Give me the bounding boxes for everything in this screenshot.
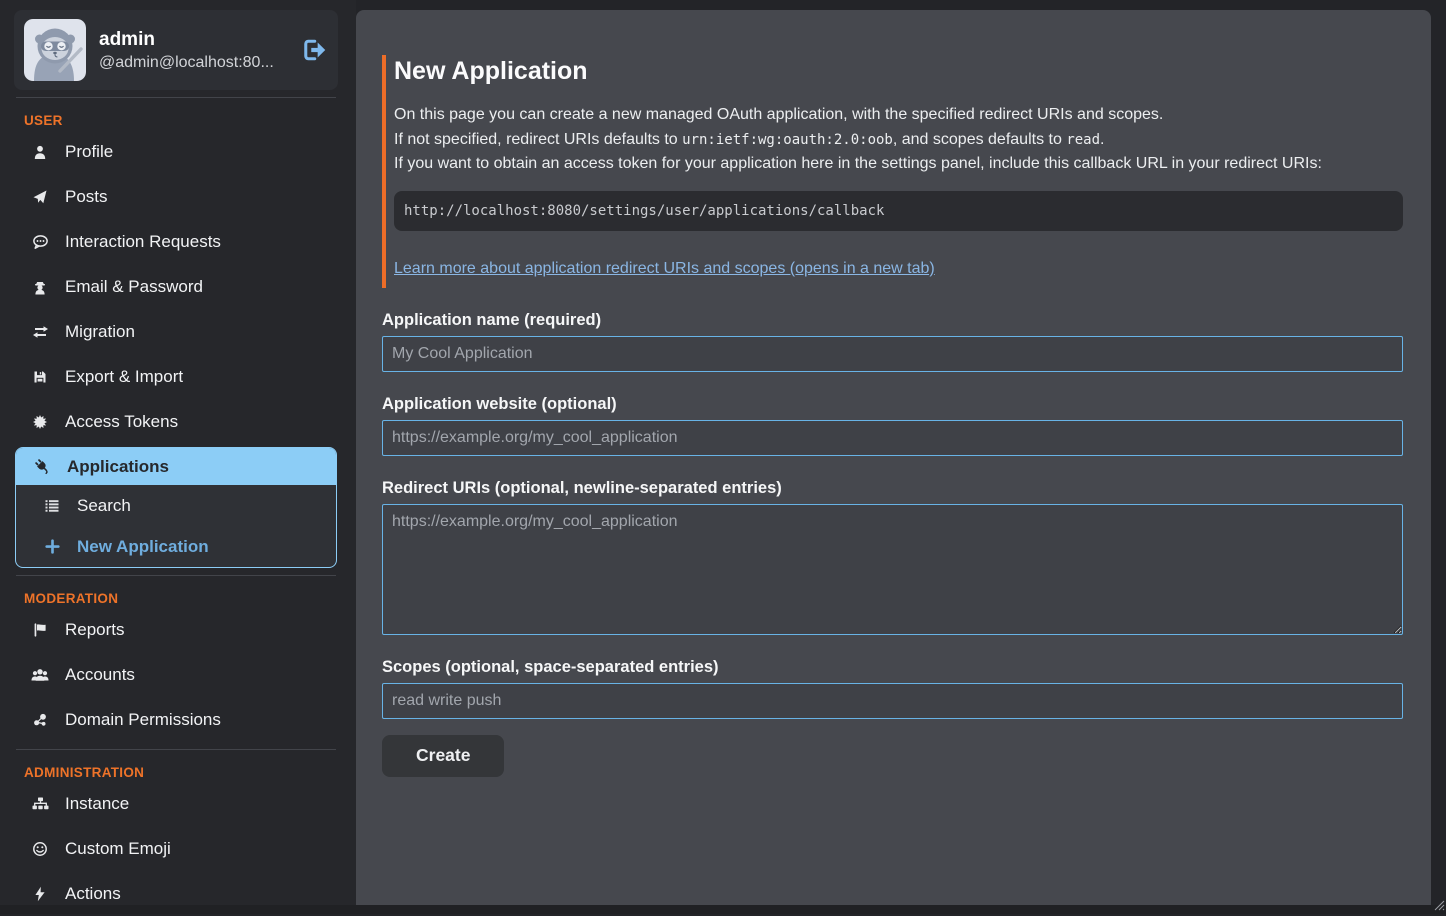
sidebar-item-label: Interaction Requests <box>65 229 221 254</box>
page-intro-block: New Application On this page you can cre… <box>382 55 1403 288</box>
new-application-form: Application name (required) Application … <box>382 311 1403 777</box>
intro-line-2: If not specified, redirect URIs defaults… <box>394 128 1403 153</box>
sidebar-item-interaction-requests[interactable]: Interaction Requests <box>14 219 338 264</box>
intro-line-1: On this page you can create a new manage… <box>394 103 1403 128</box>
flag-icon <box>30 622 50 638</box>
sidebar-divider <box>16 97 336 98</box>
sidebar-divider <box>16 575 336 576</box>
sidebar-item-label: Access Tokens <box>65 409 178 434</box>
settings-sidebar: admin @admin@localhost:80... USER Profil… <box>0 0 356 914</box>
user-secret-icon <box>30 279 50 295</box>
sidebar-item-label: Export & Import <box>65 364 183 389</box>
sidebar-divider <box>16 749 336 750</box>
section-label-moderation: MODERATION <box>24 591 338 606</box>
sidebar-item-label: Migration <box>65 319 135 344</box>
sidebar-item-migration[interactable]: Migration <box>14 309 338 354</box>
smiley-icon <box>30 841 50 857</box>
sidebar-item-email-password[interactable]: Email & Password <box>14 264 338 309</box>
sidebar-item-applications-new[interactable]: New Application <box>16 526 336 567</box>
floppy-disk-icon <box>30 369 50 385</box>
section-label-administration: ADMINISTRATION <box>24 765 338 780</box>
sidebar-item-label: New Application <box>77 534 209 559</box>
sidebar-item-label: Profile <box>65 139 113 164</box>
avatar[interactable] <box>24 19 86 81</box>
sidebar-item-label: Applications <box>67 454 169 479</box>
application-website-input[interactable] <box>382 420 1403 456</box>
sidebar-item-applications-search[interactable]: Search <box>16 485 336 526</box>
network-nodes-icon <box>30 712 50 728</box>
plug-icon <box>32 458 52 475</box>
user-handle: @admin@localhost:80... <box>99 54 294 72</box>
paper-plane-icon <box>30 189 50 205</box>
logout-button[interactable] <box>298 36 328 64</box>
sidebar-item-accounts[interactable]: Accounts <box>14 652 338 697</box>
users-icon <box>30 667 50 683</box>
page-title: New Application <box>394 57 1403 86</box>
application-name-label: Application name (required) <box>382 311 1403 330</box>
redirect-uris-label: Redirect URIs (optional, newline-separat… <box>382 479 1403 498</box>
window-resize-grip[interactable] <box>1434 900 1445 911</box>
scopes-label: Scopes (optional, space-separated entrie… <box>382 658 1403 677</box>
section-label-user: USER <box>24 113 338 128</box>
certificate-icon <box>30 414 50 430</box>
bottom-scrollbar-track[interactable] <box>0 905 1446 914</box>
sidebar-item-profile[interactable]: Profile <box>14 129 338 174</box>
sidebar-item-applications[interactable]: Applications <box>16 448 336 485</box>
sidebar-item-label: Accounts <box>65 662 135 687</box>
application-website-label: Application website (optional) <box>382 395 1403 414</box>
bolt-icon <box>30 886 50 902</box>
sitemap-icon <box>30 796 50 812</box>
redirect-uris-textarea[interactable] <box>382 504 1403 635</box>
sign-out-icon <box>298 36 328 64</box>
exchange-arrows-icon <box>30 324 50 340</box>
intro-line-3: If you want to obtain an access token fo… <box>394 152 1403 177</box>
sidebar-item-label: Custom Emoji <box>65 836 171 861</box>
learn-more-link[interactable]: Learn more about application redirect UR… <box>394 260 935 278</box>
sidebar-item-label: Reports <box>65 617 125 642</box>
sidebar-item-domain-permissions[interactable]: Domain Permissions <box>14 697 338 742</box>
sidebar-item-instance[interactable]: Instance <box>14 781 338 826</box>
scopes-input[interactable] <box>382 683 1403 719</box>
oob-code: urn:ietf:wg:oauth:2.0:oob <box>682 132 893 148</box>
sidebar-item-label: Posts <box>65 184 108 209</box>
applications-nav-group: Applications Search New Application <box>15 447 337 568</box>
sidebar-item-export-import[interactable]: Export & Import <box>14 354 338 399</box>
comment-dots-icon <box>30 234 50 250</box>
sidebar-item-custom-emoji[interactable]: Custom Emoji <box>14 826 338 871</box>
callback-url-codeblock: http://localhost:8080/settings/user/appl… <box>394 191 1403 231</box>
user-card: admin @admin@localhost:80... <box>14 10 338 90</box>
user-info: admin @admin@localhost:80... <box>99 29 294 72</box>
create-button[interactable]: Create <box>382 735 504 777</box>
user-icon <box>30 144 50 160</box>
sloth-avatar-image <box>24 19 86 81</box>
sidebar-item-access-tokens[interactable]: Access Tokens <box>14 399 338 444</box>
sidebar-item-label: Instance <box>65 791 129 816</box>
user-name: admin <box>99 29 294 51</box>
list-icon <box>42 498 62 514</box>
sidebar-item-label: Search <box>77 493 131 518</box>
plus-icon <box>42 539 62 554</box>
sidebar-item-label: Email & Password <box>65 274 203 299</box>
read-code: read <box>1066 132 1100 148</box>
sidebar-item-posts[interactable]: Posts <box>14 174 338 219</box>
sidebar-item-reports[interactable]: Reports <box>14 607 338 652</box>
sidebar-item-label: Domain Permissions <box>65 707 221 732</box>
sidebar-item-label: Actions <box>65 881 121 906</box>
application-name-input[interactable] <box>382 336 1403 372</box>
new-application-page: New Application On this page you can cre… <box>356 10 1431 905</box>
